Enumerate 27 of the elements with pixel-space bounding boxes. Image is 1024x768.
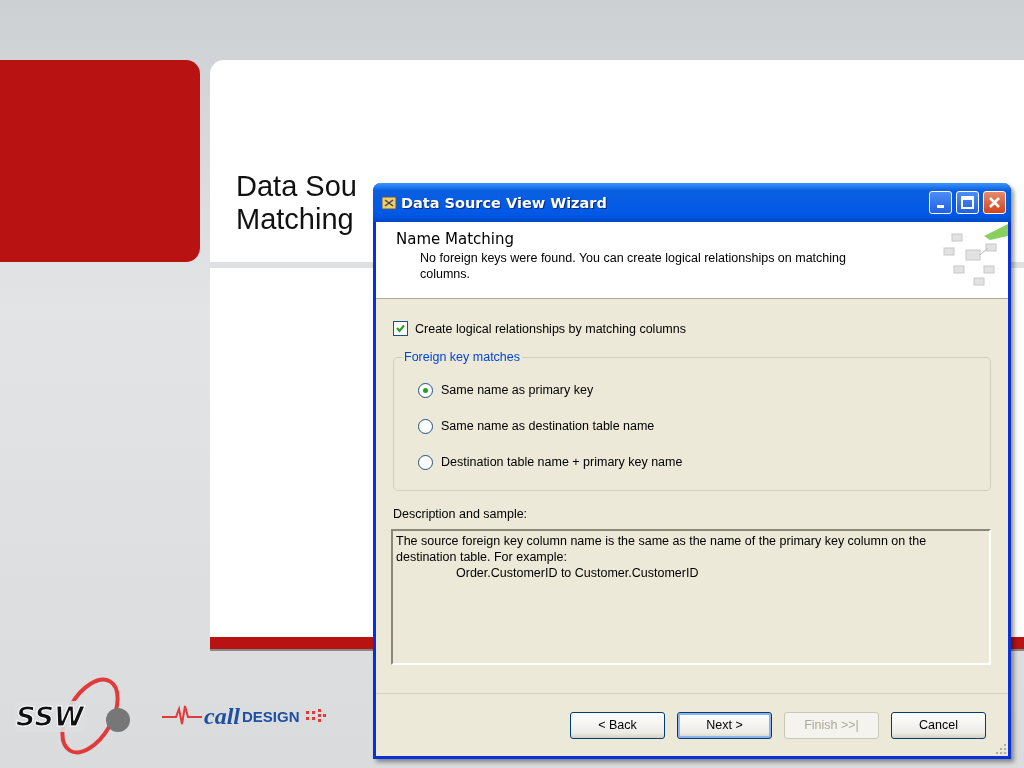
radio-label: Same name as primary key [441, 383, 594, 397]
radio-button[interactable] [418, 382, 433, 398]
radio-label: Same name as destination table name [441, 419, 655, 433]
minimize-button[interactable] [929, 191, 952, 214]
close-button[interactable] [983, 191, 1006, 214]
page-subtitle: No foreign keys were found. You can create logical relationships on matching columns. [419, 250, 847, 282]
app-icon [381, 194, 397, 211]
radio-button[interactable] [418, 454, 433, 470]
ssw-logo: SSW [14, 676, 140, 756]
wizard-button[interactable]: Next > [677, 711, 772, 739]
radio-button[interactable] [418, 418, 433, 434]
description-text: The source foreign key column name is the same as the name of the primary key column on the destination table. For example: [396, 533, 928, 565]
description-text: Order.CustomerID to Customer.CustomerID [455, 565, 700, 581]
slide-title: Data Sou Matching [235, 170, 357, 237]
calldesign-logo: callDESIGN [162, 702, 326, 730]
resize-grip-icon [996, 744, 1006, 754]
checkbox[interactable] [393, 321, 408, 336]
maximize-button[interactable] [956, 191, 979, 214]
group-title: Foreign key matches [403, 350, 522, 364]
window-title: Data Source View Wizard [401, 194, 607, 211]
wizard-button[interactable]: Cancel [891, 711, 986, 739]
checkbox-label: Create logical relationships by matching columns [415, 321, 686, 336]
radio-label: Destination table name + primary key name [441, 455, 683, 469]
description-label: Description and sample: [393, 507, 529, 521]
page-heading: Name Matching [396, 230, 515, 248]
wizard-button[interactable]: < Back [570, 711, 665, 739]
minimize-icon [937, 205, 944, 208]
